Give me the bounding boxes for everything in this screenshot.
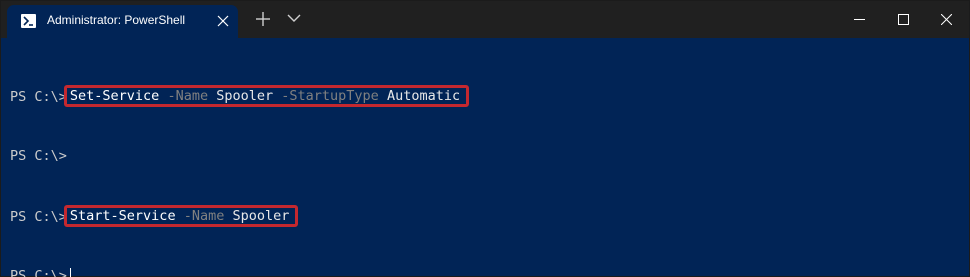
terminal-line: PS C:\> Start-Service -Name Spooler [10,205,961,227]
highlighted-command: Set-Service -Name Spooler -StartupType A… [63,85,470,107]
minimize-icon [854,19,865,20]
terminal-line: PS C:\> [10,146,961,166]
title-bar[interactable]: Administrator: PowerShell [1,1,969,38]
terminal-window: Administrator: PowerShell PS C:\> Set-Se… [0,0,970,277]
plus-icon[interactable] [254,10,272,28]
prompt: PS C:\> [10,268,67,277]
prompt: PS C:\> [10,148,67,164]
highlighted-command: Start-Service -Name Spooler [63,205,299,227]
minimize-button[interactable] [838,1,882,38]
prompt: PS C:\> [10,209,67,225]
argument: Spooler [232,208,290,224]
scrollbar[interactable] [960,38,968,276]
terminal-output[interactable]: PS C:\> Set-Service -Name Spooler -Startu… [1,38,961,277]
text-cursor [69,268,71,277]
argument: Spooler [216,88,274,104]
prompt: PS C:\> [10,89,67,105]
terminal-line: PS C:\> [10,266,961,277]
command: Start-Service [69,208,176,224]
command: Set-Service [69,88,160,104]
close-icon [941,14,952,25]
parameter: -StartupType [281,88,379,104]
tab-powershell[interactable]: Administrator: PowerShell [7,5,238,38]
powershell-icon [21,14,36,28]
parameter: -Name [167,88,209,104]
chevron-down-icon[interactable] [287,13,301,23]
terminal-line: PS C:\> Set-Service -Name Spooler -Startu… [10,85,961,107]
tab-title: Administrator: PowerShell [47,13,186,27]
maximize-button[interactable] [882,1,926,38]
parameter: -Name [183,208,225,224]
close-button[interactable] [925,1,969,38]
close-icon[interactable] [217,15,229,27]
argument: Automatic [386,88,461,104]
maximize-icon [898,14,909,25]
